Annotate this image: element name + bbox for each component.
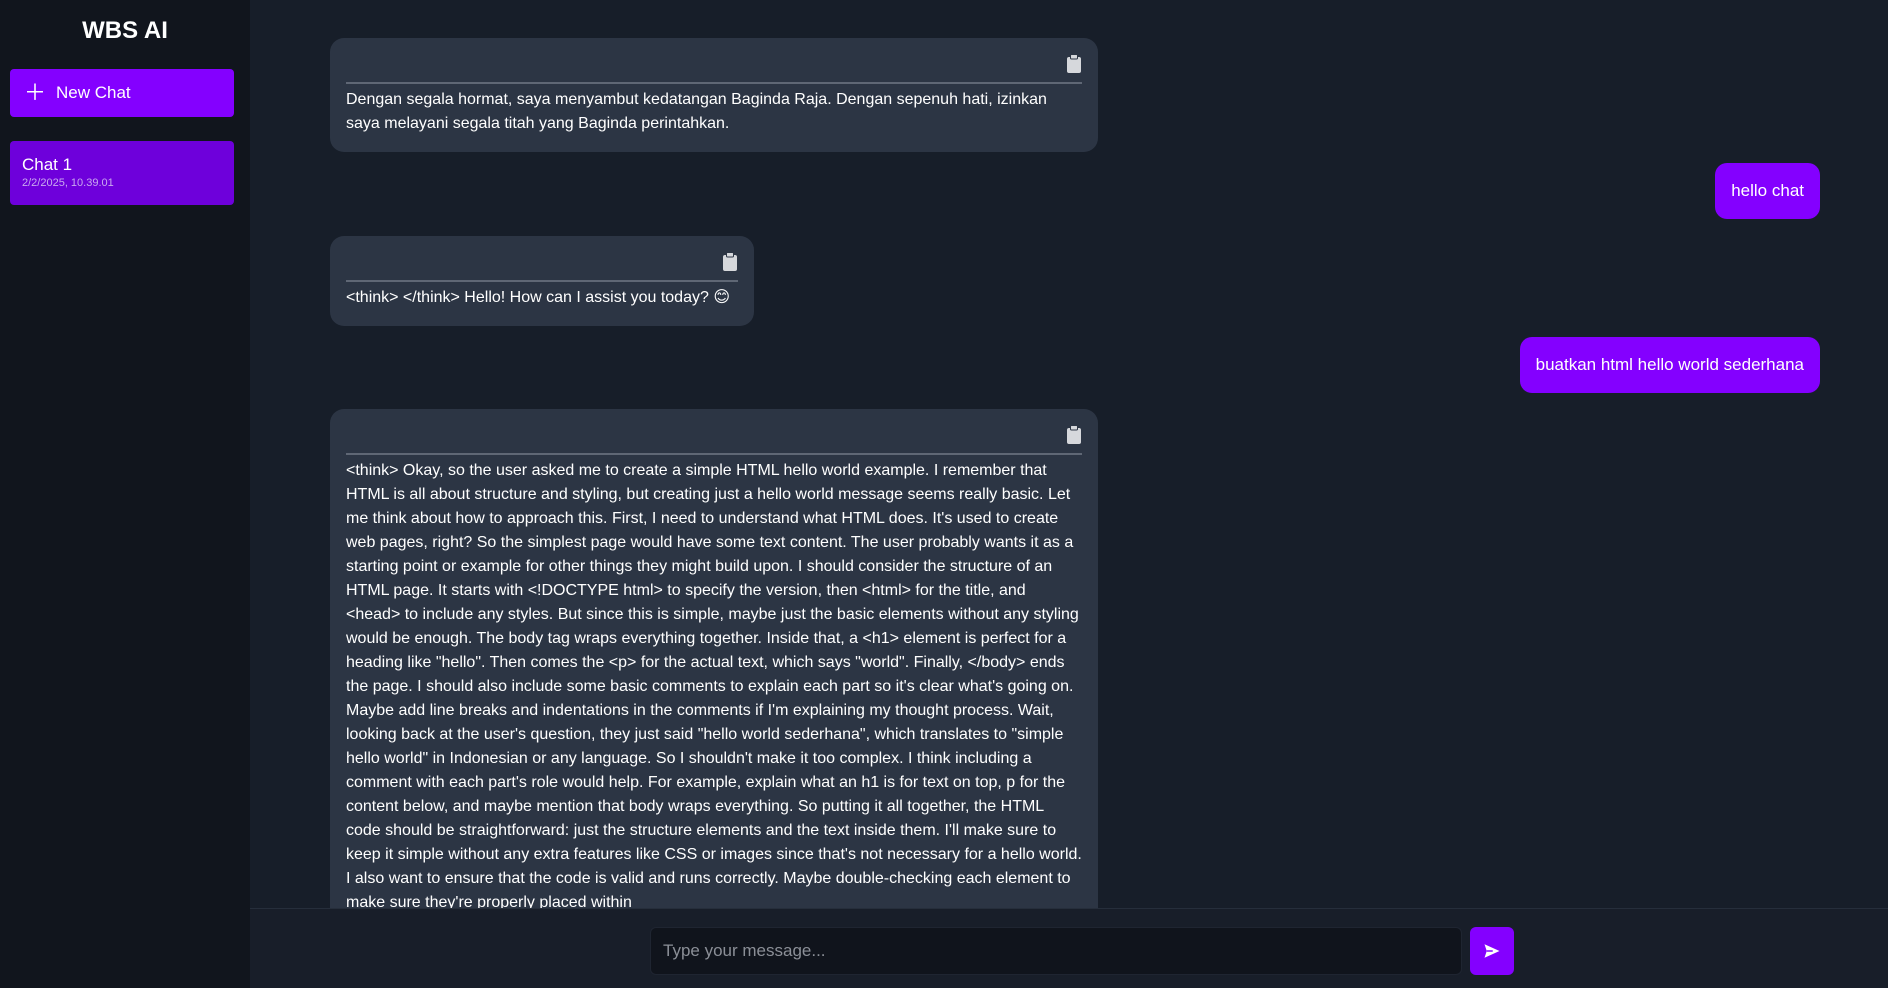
sidebar-chat-item[interactable]: Chat 1 2/2/2025, 10.39.01 [10, 141, 234, 205]
send-button[interactable] [1470, 927, 1514, 975]
assistant-message: Dengan segala hormat, saya menyambut ked… [330, 38, 1098, 152]
chat-item-title: Chat 1 [22, 155, 73, 174]
user-message: hello chat [1715, 163, 1820, 219]
plus-icon: ＋ [24, 80, 47, 105]
assistant-message: <think> Okay, so the user asked me to cr… [330, 409, 1098, 908]
message-text: <think> Okay, so the user asked me to cr… [346, 462, 1082, 908]
message-text: <think> </think> Hello! How can I assist… [346, 289, 730, 306]
user-message: buatkan html hello world sederhana [1519, 337, 1820, 393]
chat-area: Dengan segala hormat, saya menyambut ked… [250, 0, 1888, 908]
message-header [346, 38, 1082, 84]
clipboard-icon[interactable] [722, 252, 738, 271]
message-text: Dengan segala hormat, saya menyambut ked… [346, 91, 1047, 132]
chat-item-timestamp: 2/2/2025, 10.39.01 [22, 177, 114, 189]
new-chat-label: New Chat [56, 83, 131, 102]
sidebar: WBS AI ＋ New Chat Chat 1 2/2/2025, 10.39… [0, 0, 250, 988]
message-header [346, 409, 1082, 455]
new-chat-button[interactable]: ＋ New Chat [10, 69, 234, 117]
app-title: WBS AI [82, 17, 168, 44]
clipboard-icon[interactable] [1066, 54, 1082, 73]
composer [250, 908, 1888, 988]
message-header [346, 236, 738, 282]
send-icon [1484, 944, 1500, 958]
assistant-message: <think> </think> Hello! How can I assist… [330, 236, 754, 326]
clipboard-icon[interactable] [1066, 425, 1082, 444]
message-input[interactable] [650, 927, 1462, 975]
